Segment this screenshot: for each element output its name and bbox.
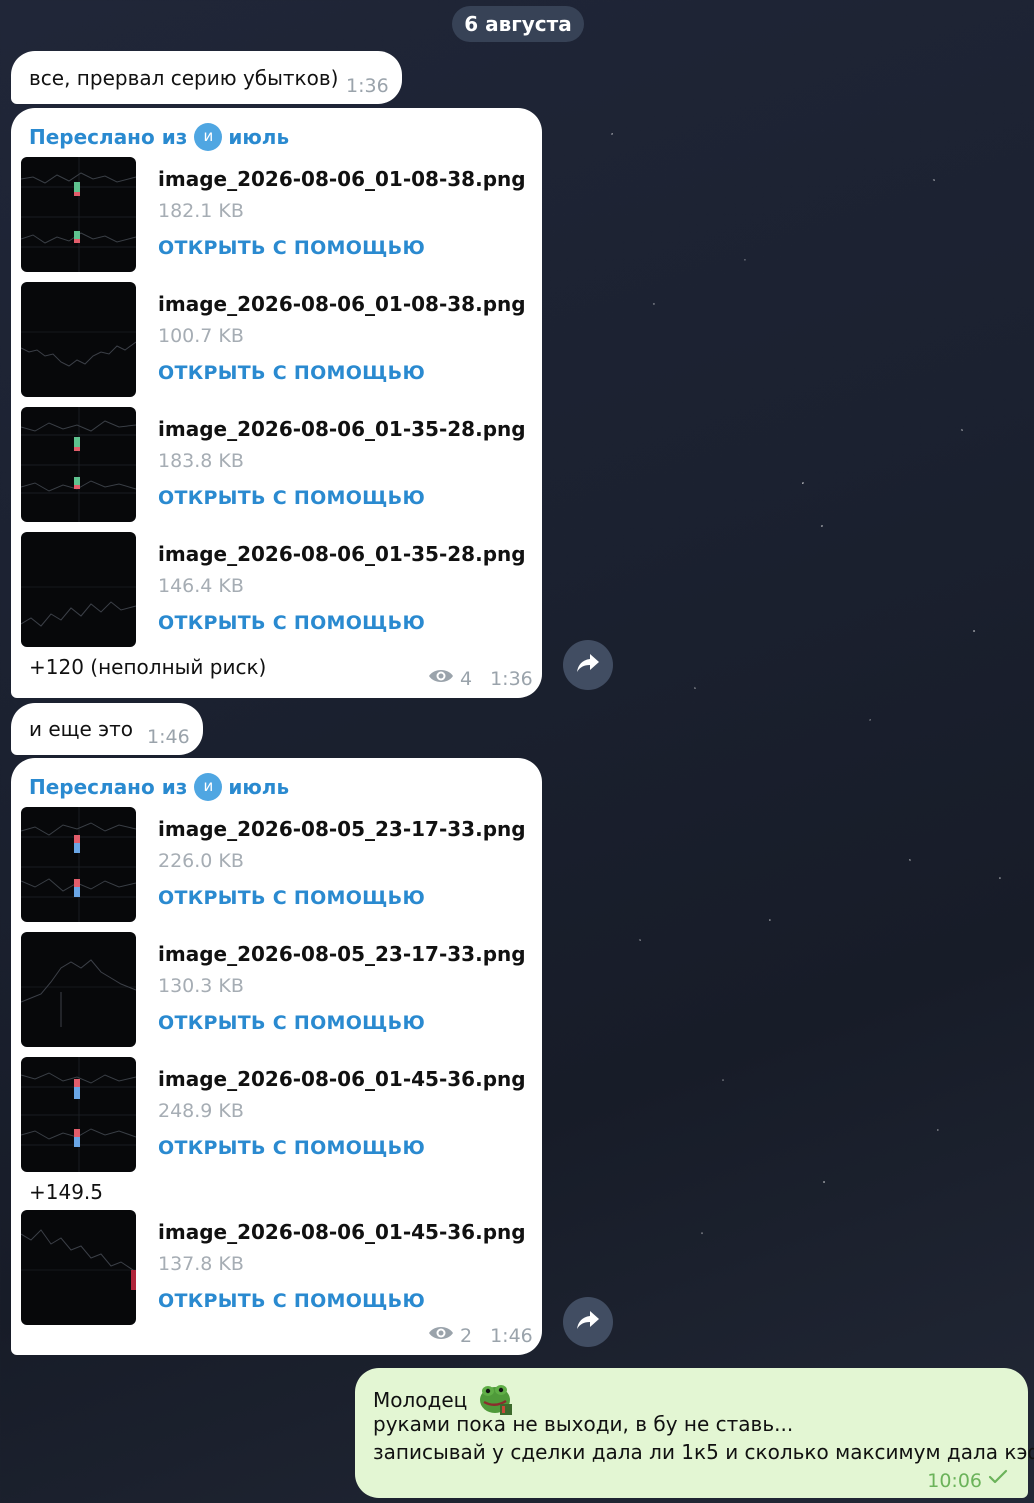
file-name[interactable]: image_2026-08-06_01-08-38.png: [158, 292, 526, 316]
file-item[interactable]: image_2026-08-06_01-45-36.png 248.9 KB О…: [21, 1057, 531, 1173]
message-time: 1:46: [490, 1324, 533, 1347]
views-count: 4: [460, 667, 473, 690]
message-line: записывай у сделки дала ли 1к5 и сколько…: [373, 1440, 1034, 1464]
inline-caption: +149.5: [29, 1180, 104, 1204]
file-item[interactable]: image_2026-08-05_23-17-33.png 226.0 KB О…: [21, 807, 531, 923]
forwarded-source[interactable]: июль: [228, 775, 289, 799]
forwarded-header[interactable]: Переслано из и июль: [29, 122, 289, 152]
message-text: и еще это: [29, 717, 134, 741]
file-item[interactable]: image_2026-08-06_01-35-28.png 146.4 KB О…: [21, 532, 531, 648]
file-thumbnail[interactable]: [21, 807, 136, 922]
message-time: 1:36: [490, 667, 533, 690]
open-with-button[interactable]: ОТКРЫТЬ С ПОМОЩЬЮ: [158, 1137, 425, 1159]
message-time: 1:36: [346, 75, 389, 97]
file-thumbnail[interactable]: [21, 1210, 136, 1325]
forwarded-source[interactable]: июль: [228, 125, 289, 149]
date-separator: 6 августа: [452, 6, 584, 42]
file-name[interactable]: image_2026-08-06_01-08-38.png: [158, 167, 526, 191]
channel-avatar[interactable]: и: [194, 123, 223, 151]
file-thumbnail[interactable]: [21, 932, 136, 1047]
file-item[interactable]: image_2026-08-06_01-08-38.png 182.1 KB О…: [21, 157, 531, 273]
file-name[interactable]: image_2026-08-06_01-35-28.png: [158, 542, 526, 566]
forwarded-prefix: Переслано из: [29, 125, 188, 149]
file-item[interactable]: image_2026-08-05_23-17-33.png 130.3 KB О…: [21, 932, 531, 1048]
file-item[interactable]: image_2026-08-06_01-35-28.png 183.8 KB О…: [21, 407, 531, 523]
file-name[interactable]: image_2026-08-05_23-17-33.png: [158, 817, 526, 841]
views-count: 2: [460, 1324, 473, 1347]
message-time: 1:46: [147, 726, 190, 748]
forwarded-prefix: Переслано из: [29, 775, 188, 799]
file-thumbnail[interactable]: [21, 157, 136, 272]
open-with-button[interactable]: ОТКРЫТЬ С ПОМОЩЬЮ: [158, 887, 425, 909]
file-name[interactable]: image_2026-08-06_01-35-28.png: [158, 417, 526, 441]
forwarded-message-bubble[interactable]: Переслано из и июль image_2026-08-05_23-…: [11, 758, 542, 1355]
file-thumbnail[interactable]: [21, 407, 136, 522]
file-size: 137.8 KB: [158, 1253, 244, 1275]
eye-icon: [428, 1324, 454, 1347]
message-caption: +120 (неполный риск): [29, 655, 267, 679]
open-with-button[interactable]: ОТКРЫТЬ С ПОМОЩЬЮ: [158, 362, 425, 384]
share-icon: [576, 1309, 600, 1335]
forwarded-header[interactable]: Переслано из и июль: [29, 772, 289, 802]
file-thumbnail[interactable]: [21, 282, 136, 397]
forwarded-message-bubble[interactable]: Переслано из и июль image_2026-08-06_01-…: [11, 108, 542, 698]
message-text: руками пока не выходи, в бу не ставь...: [373, 1412, 794, 1436]
eye-icon: [428, 667, 454, 690]
file-thumbnail[interactable]: [21, 1057, 136, 1172]
message-line: руками пока не выходи, в бу не ставь...: [373, 1412, 793, 1436]
message-bubble[interactable]: и еще это 1:46: [11, 703, 203, 755]
open-with-button[interactable]: ОТКРЫТЬ С ПОМОЩЬЮ: [158, 1012, 425, 1034]
file-name[interactable]: image_2026-08-05_23-17-33.png: [158, 942, 526, 966]
open-with-button[interactable]: ОТКРЫТЬ С ПОМОЩЬЮ: [158, 612, 425, 634]
message-text: все, прервал серию убытков): [29, 66, 339, 90]
message-time: 10:06: [927, 1470, 982, 1492]
file-size: 226.0 KB: [158, 850, 244, 872]
file-size: 182.1 KB: [158, 200, 244, 222]
message-bubble[interactable]: все, прервал серию убытков) 1:36: [11, 51, 402, 104]
share-button[interactable]: [563, 640, 613, 690]
file-item[interactable]: image_2026-08-06_01-08-38.png 100.7 KB О…: [21, 282, 531, 398]
file-size: 100.7 KB: [158, 325, 244, 347]
file-thumbnail[interactable]: [21, 532, 136, 647]
file-name[interactable]: image_2026-08-06_01-45-36.png: [158, 1220, 526, 1244]
channel-avatar[interactable]: и: [194, 773, 223, 801]
double-check-icon: [988, 1469, 1012, 1489]
message-text: Молодец: [373, 1388, 468, 1412]
file-name[interactable]: image_2026-08-06_01-45-36.png: [158, 1067, 526, 1091]
open-with-button[interactable]: ОТКРЫТЬ С ПОМОЩЬЮ: [158, 1290, 425, 1312]
file-size: 248.9 KB: [158, 1100, 244, 1122]
open-with-button[interactable]: ОТКРЫТЬ С ПОМОЩЬЮ: [158, 487, 425, 509]
file-size: 183.8 KB: [158, 450, 244, 472]
outgoing-message-bubble[interactable]: Молодец руками пока не выходи, в бу не с…: [355, 1368, 1034, 1498]
views-and-time: 4 1:36: [428, 667, 533, 690]
open-with-button[interactable]: ОТКРЫТЬ С ПОМОЩЬЮ: [158, 237, 425, 259]
message-text: записывай у сделки дала ли 1к5 и сколько…: [373, 1440, 1034, 1464]
views-and-time: 2 1:46: [428, 1324, 533, 1347]
file-size: 146.4 KB: [158, 575, 244, 597]
file-size: 130.3 KB: [158, 975, 244, 997]
share-button[interactable]: [563, 1297, 613, 1347]
file-item[interactable]: image_2026-08-06_01-45-36.png 137.8 KB О…: [21, 1210, 531, 1326]
share-icon: [576, 652, 600, 678]
